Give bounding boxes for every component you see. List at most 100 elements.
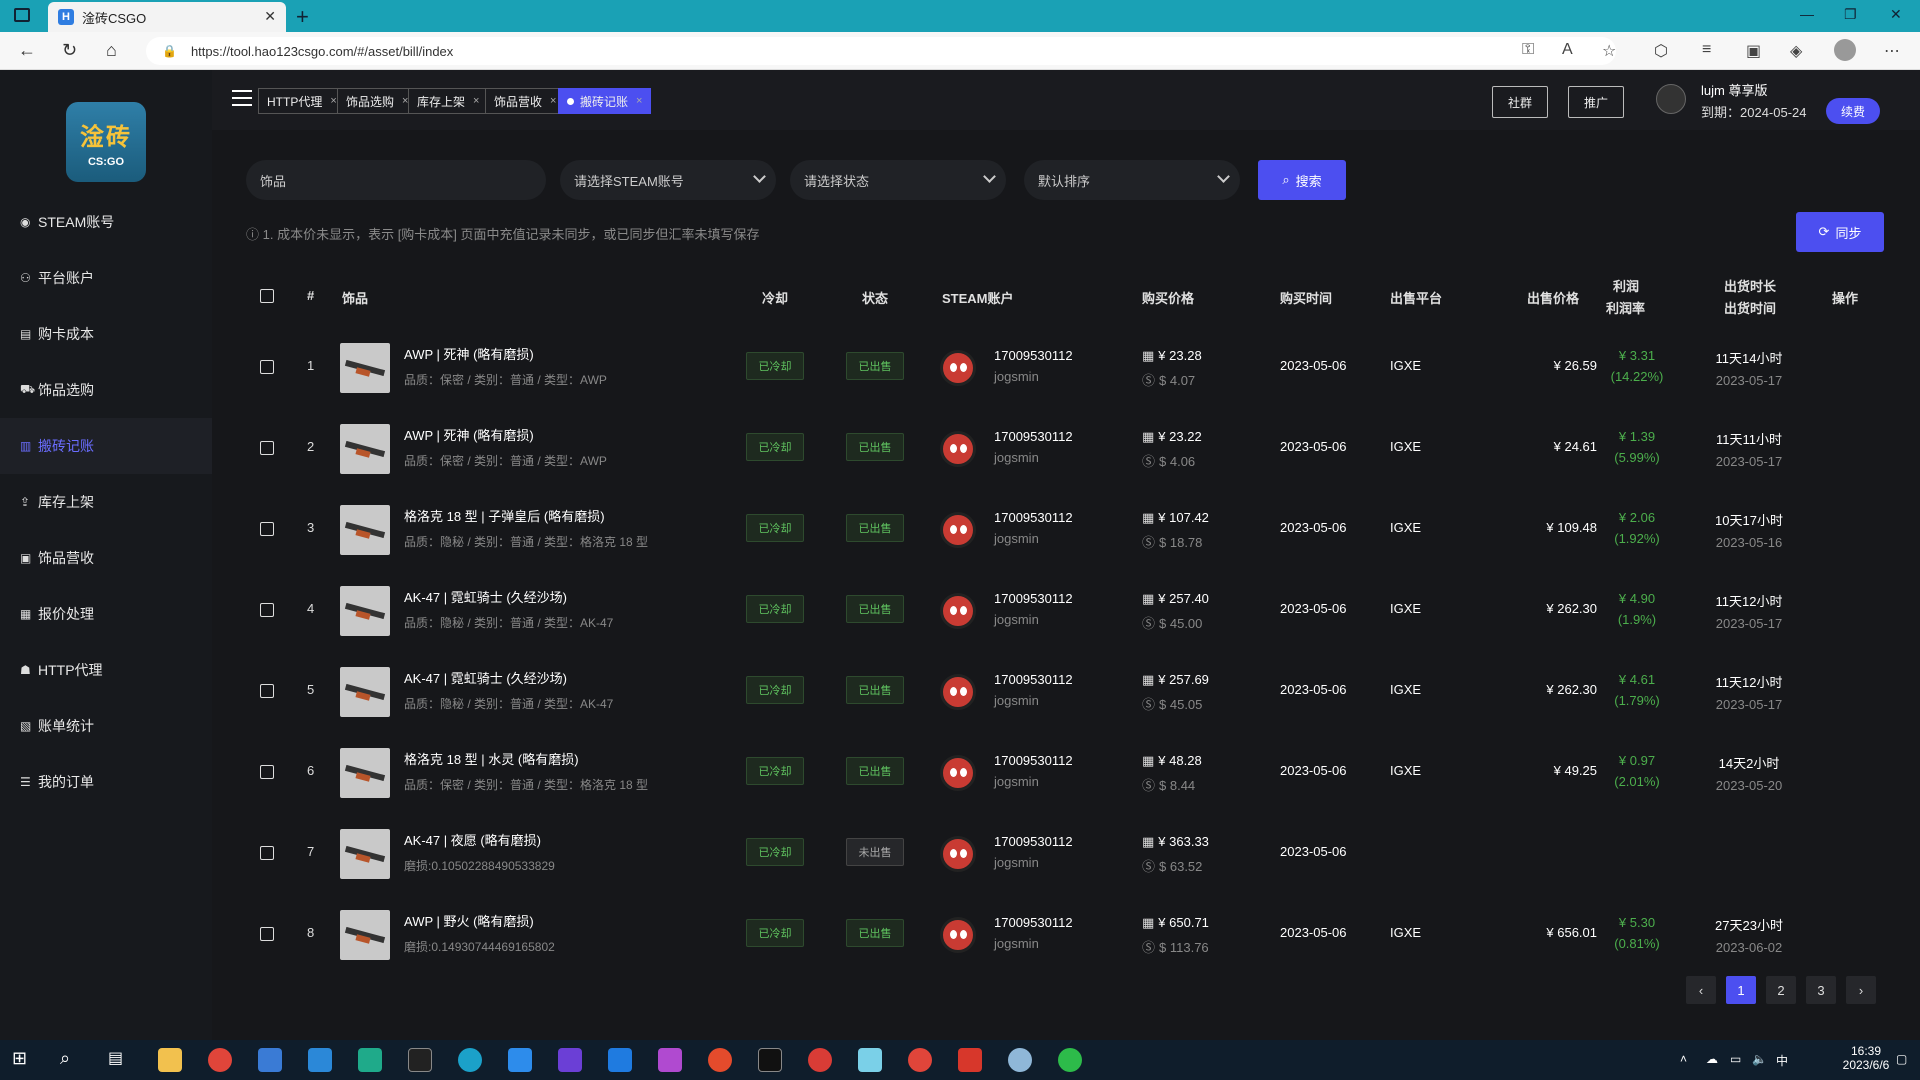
page-tab-4[interactable]: 搬砖记账 × [558, 88, 652, 114]
item-name[interactable]: AWP | 死神 (略有磨损) [404, 344, 607, 363]
vscode-icon[interactable] [608, 1048, 632, 1072]
page-tab-0[interactable]: HTTP代理 × [258, 88, 346, 114]
row-checkbox[interactable] [260, 441, 274, 455]
capcut-icon[interactable] [758, 1048, 782, 1072]
page-button-3[interactable]: 3 [1806, 976, 1836, 1004]
task-view-icon[interactable]: ▤ [108, 1048, 132, 1072]
sidebar-item-9[interactable]: ▧ 账单统计 [0, 698, 212, 754]
minimize-icon[interactable]: — [1800, 6, 1814, 22]
favorite-star-icon[interactable]: ☆ [1602, 41, 1616, 61]
ime-indicator[interactable]: 中 [1776, 1052, 1788, 1069]
close-tab-icon[interactable]: × [473, 95, 479, 107]
app3-icon[interactable] [658, 1048, 682, 1072]
volume-icon[interactable]: 🔈 [1752, 1052, 1767, 1066]
item-name[interactable]: 格洛克 18 型 | 水灵 (略有磨损) [404, 749, 648, 768]
sidebar-item-2[interactable]: ▤ 购卡成本 [0, 306, 212, 362]
item-search-input[interactable]: 饰品 [246, 160, 546, 200]
row-checkbox[interactable] [260, 684, 274, 698]
app-logo[interactable]: 淦砖 CS:GO [66, 102, 146, 182]
more-icon[interactable]: ⋯ [1884, 41, 1900, 61]
app2-icon[interactable] [508, 1048, 532, 1072]
row-checkbox[interactable] [260, 846, 274, 860]
item-name[interactable]: AWP | 死神 (略有磨损) [404, 425, 607, 444]
url-field[interactable]: 🔒 https://tool.hao123csgo.com/#/asset/bi… [146, 37, 1616, 65]
collections-icon[interactable]: ▣ [1746, 41, 1761, 61]
group-button[interactable]: 社群 [1492, 86, 1548, 118]
page-button-2[interactable]: 2 [1766, 976, 1796, 1004]
page-button-1[interactable]: 1 [1726, 976, 1756, 1004]
next-page-button[interactable]: › [1846, 976, 1876, 1004]
edge-icon[interactable] [458, 1048, 482, 1072]
app-icon[interactable] [358, 1048, 382, 1072]
status-select[interactable]: 请选择状态 [790, 160, 1006, 200]
notification-icon[interactable]: ▢ [1896, 1052, 1907, 1066]
read-aloud-icon[interactable]: A [1562, 41, 1573, 59]
sidebar-item-0[interactable]: ◉ STEAM账号 [0, 194, 212, 250]
app5-icon[interactable] [1008, 1048, 1032, 1072]
mail-icon[interactable] [308, 1048, 332, 1072]
terminal-icon[interactable] [408, 1048, 432, 1072]
sidebar-item-6[interactable]: ▣ 饰品营收 [0, 530, 212, 586]
wechat-icon[interactable] [1058, 1048, 1082, 1072]
back-icon[interactable]: ← [18, 40, 36, 61]
wps-icon[interactable] [958, 1048, 982, 1072]
sidebar-item-3[interactable]: ⛟ 饰品选购 [0, 362, 212, 418]
onedrive-icon[interactable]: ☁ [1706, 1052, 1718, 1066]
chrome3-icon[interactable] [808, 1048, 832, 1072]
chrome-icon[interactable] [208, 1048, 232, 1072]
row-checkbox[interactable] [260, 765, 274, 779]
select-all-checkbox[interactable] [260, 289, 274, 303]
tray-up-icon[interactable]: ˄ [1680, 1052, 1687, 1066]
sidebar-item-8[interactable]: ☗ HTTP代理 [0, 642, 212, 698]
row-checkbox[interactable] [260, 522, 274, 536]
menu-toggle-icon[interactable] [232, 90, 252, 106]
page-tab-2[interactable]: 库存上架 × [408, 88, 489, 114]
close-window-icon[interactable]: ✕ [1890, 6, 1902, 23]
item-name[interactable]: AK-47 | 霓虹骑士 (久经沙场) [404, 668, 613, 687]
item-name[interactable]: 格洛克 18 型 | 子弹皇后 (略有磨损) [404, 506, 648, 525]
store-icon[interactable] [258, 1048, 282, 1072]
close-tab-icon[interactable]: ✕ [264, 8, 276, 25]
user-avatar[interactable] [1656, 84, 1686, 114]
item-name[interactable]: AWP | 野火 (略有磨损) [404, 911, 555, 930]
home-icon[interactable]: ⌂ [106, 40, 117, 61]
renew-button[interactable]: 续费 [1826, 98, 1880, 124]
key-icon[interactable]: ⚿ [1522, 41, 1534, 59]
refresh-icon[interactable]: ↻ [62, 40, 77, 61]
clock[interactable]: 16:39 2023/6/6 [1836, 1044, 1896, 1072]
network-icon[interactable]: ▭ [1730, 1052, 1741, 1066]
sidebar-item-1[interactable]: ⚇ 平台账户 [0, 250, 212, 306]
sidebar-item-5[interactable]: ⇪ 库存上架 [0, 474, 212, 530]
prev-page-button[interactable]: ‹ [1686, 976, 1716, 1004]
close-tab-icon[interactable]: × [550, 95, 556, 107]
windows-start-icon[interactable]: ⊞ [12, 1048, 36, 1072]
sync-button[interactable]: ⟳ 同步 [1796, 212, 1884, 252]
sidebar-item-7[interactable]: ▦ 报价处理 [0, 586, 212, 642]
restore-icon[interactable]: ❐ [1844, 6, 1857, 23]
search-icon[interactable]: ⌕ [60, 1048, 84, 1072]
close-tab-icon[interactable]: × [330, 95, 336, 107]
promo-button[interactable]: 推广 [1568, 86, 1624, 118]
search-button[interactable]: ⌕ 搜索 [1258, 160, 1346, 200]
item-name[interactable]: AK-47 | 夜愿 (略有磨损) [404, 830, 555, 849]
chrome2-icon[interactable] [708, 1048, 732, 1072]
item-name[interactable]: AK-47 | 霓虹骑士 (久经沙场) [404, 587, 613, 606]
row-checkbox[interactable] [260, 603, 274, 617]
page-tab-3[interactable]: 饰品营收 × [485, 88, 566, 114]
row-checkbox[interactable] [260, 927, 274, 941]
shield-icon[interactable]: ◈ [1790, 41, 1802, 61]
jetbrains-icon[interactable] [558, 1048, 582, 1072]
browser-tab[interactable]: H 淦砖CSGO ✕ [48, 2, 286, 32]
notepad-icon[interactable] [858, 1048, 882, 1072]
page-tab-1[interactable]: 饰品选购 × [337, 88, 418, 114]
profile-avatar[interactable] [1834, 39, 1856, 61]
sidebar-item-10[interactable]: ☰ 我的订单 [0, 754, 212, 810]
sort-select[interactable]: 默认排序 [1024, 160, 1240, 200]
file-explorer-icon[interactable] [158, 1048, 182, 1072]
extensions-icon[interactable]: ⬡ [1654, 41, 1668, 61]
app4-icon[interactable] [908, 1048, 932, 1072]
steam-account-select[interactable]: 请选择STEAM账号 [560, 160, 776, 200]
close-tab-icon[interactable]: × [636, 95, 642, 107]
row-checkbox[interactable] [260, 360, 274, 374]
favorites-icon[interactable]: ≡ [1702, 41, 1711, 59]
